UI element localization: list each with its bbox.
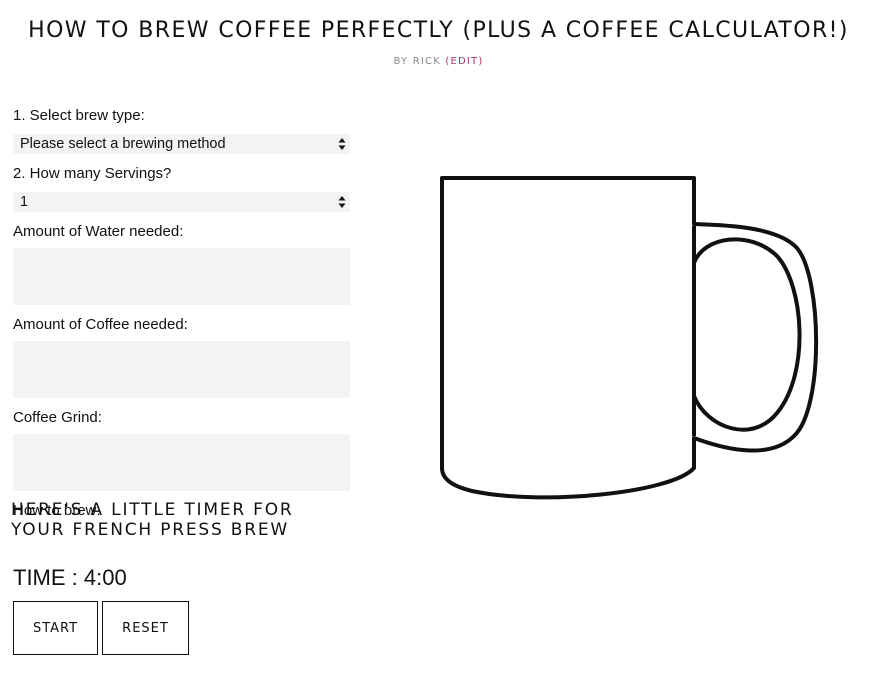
water-output <box>13 248 350 305</box>
servings-selected-value: 1 <box>20 194 29 210</box>
coffee-calculator: 1. Select brew type: Please select a bre… <box>13 106 353 521</box>
brew-type-select[interactable]: Please select a brewing method <box>13 134 350 154</box>
coffee-amount-output <box>13 341 350 398</box>
reset-button[interactable]: RESET <box>102 601 189 655</box>
start-button[interactable]: START <box>13 601 98 655</box>
edit-link[interactable]: (EDIT) <box>445 56 483 67</box>
water-label: Amount of Water needed: <box>13 223 184 240</box>
coffee-amount-label: Amount of Coffee needed: <box>13 316 188 333</box>
brew-type-selected-value: Please select a brewing method <box>20 136 226 152</box>
time-display: TIME : 4:00 <box>13 565 127 590</box>
page: HOW TO BREW COFFEE PERFECTLY (PLUS A COF… <box>0 0 877 675</box>
author-name: BY RICK <box>393 56 441 67</box>
coffee-mug-icon <box>440 176 819 500</box>
byline: BY RICK (EDIT) <box>0 56 877 67</box>
select-arrows-icon <box>338 138 346 150</box>
grind-output <box>13 434 350 491</box>
servings-select[interactable]: 1 <box>13 192 350 212</box>
timer-heading: HERE'S A LITTLE TIMER FOR YOUR FRENCH PR… <box>11 500 294 540</box>
brew-type-label: 1. Select brew type: <box>13 107 145 124</box>
servings-label: 2. How many Servings? <box>13 165 172 182</box>
page-title: HOW TO BREW COFFEE PERFECTLY (PLUS A COF… <box>28 18 849 43</box>
grind-label: Coffee Grind: <box>13 409 102 426</box>
select-arrows-icon <box>338 196 346 208</box>
